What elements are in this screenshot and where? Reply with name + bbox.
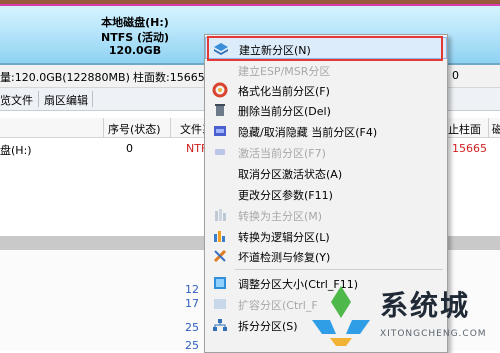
- cylinders-text: 柱面数:15665: [133, 71, 205, 84]
- delete-icon: [212, 102, 228, 118]
- menu-item-format-partition[interactable]: 格式化当前分区(F): [205, 79, 447, 101]
- column-end-cylinder[interactable]: 止柱面: [448, 121, 481, 137]
- activate-icon: [212, 144, 228, 160]
- menu-item-change-parameters[interactable]: 更改分区参数(F11): [205, 183, 447, 205]
- column-divider: [170, 118, 171, 137]
- resize-icon: [212, 275, 228, 291]
- tools-icon: [212, 248, 228, 264]
- highlight-box: [207, 36, 443, 61]
- partition-active-line: [0, 4, 500, 6]
- lower-number: 12: [185, 283, 199, 296]
- column-divider: [488, 118, 489, 137]
- hide-icon: [212, 123, 228, 139]
- tab-sector-editor[interactable]: 扇区编辑: [44, 92, 88, 108]
- watermark: 系统城 XITONGCHENG.COM: [306, 282, 500, 351]
- lower-number: 25: [185, 321, 199, 334]
- format-icon: [212, 82, 228, 98]
- extend-icon: [212, 296, 228, 312]
- tab-separator: [92, 91, 93, 107]
- menu-item-delete-partition[interactable]: 删除当前分区(Del): [205, 99, 447, 121]
- capacity-text: 量:120.0GB(122880MB): [0, 71, 130, 84]
- watermark-title: 系统城: [380, 289, 471, 322]
- menu-item-create-esp-msr[interactable]: 建立ESP/MSR分区: [205, 59, 447, 81]
- column-extra[interactable]: 磁: [492, 121, 500, 137]
- menu-item-convert-logical[interactable]: 转换为逻辑分区(L): [205, 225, 447, 247]
- menu-item-cancel-activation[interactable]: 取消分区激活状态(A): [205, 162, 447, 184]
- row-index: 0: [126, 142, 133, 155]
- column-index[interactable]: 序号(状态): [108, 121, 161, 137]
- watermark-logo: [312, 286, 370, 346]
- menu-separator: [235, 269, 443, 270]
- menu-item-bad-sector-repair[interactable]: 坏道检测与修复(Y): [205, 245, 447, 267]
- convert-logical-icon: [212, 228, 228, 244]
- tab-browse-files[interactable]: 览文件: [0, 92, 33, 108]
- tab-separator: [38, 91, 39, 107]
- column-divider: [103, 118, 104, 137]
- convert-primary-icon: [212, 207, 228, 223]
- watermark-url: XITONGCHENG.COM: [380, 329, 487, 339]
- info-right-digit: 0: [452, 69, 459, 82]
- menu-item-activate-partition[interactable]: 激活当前分区(F7): [205, 141, 447, 163]
- lower-number: 17: [185, 297, 199, 310]
- row-end-cylinder: 15665: [452, 142, 487, 155]
- row-partition-name: 盘(H:): [0, 144, 32, 157]
- menu-item-convert-primary[interactable]: 转换为主分区(M): [205, 204, 447, 226]
- partition-name: 本地磁盘(H:): [101, 16, 169, 29]
- menu-item-hide-partition[interactable]: 隐藏/取消隐藏 当前分区(F4): [205, 120, 447, 142]
- split-icon: [212, 317, 228, 333]
- lower-number: 25: [185, 339, 199, 352]
